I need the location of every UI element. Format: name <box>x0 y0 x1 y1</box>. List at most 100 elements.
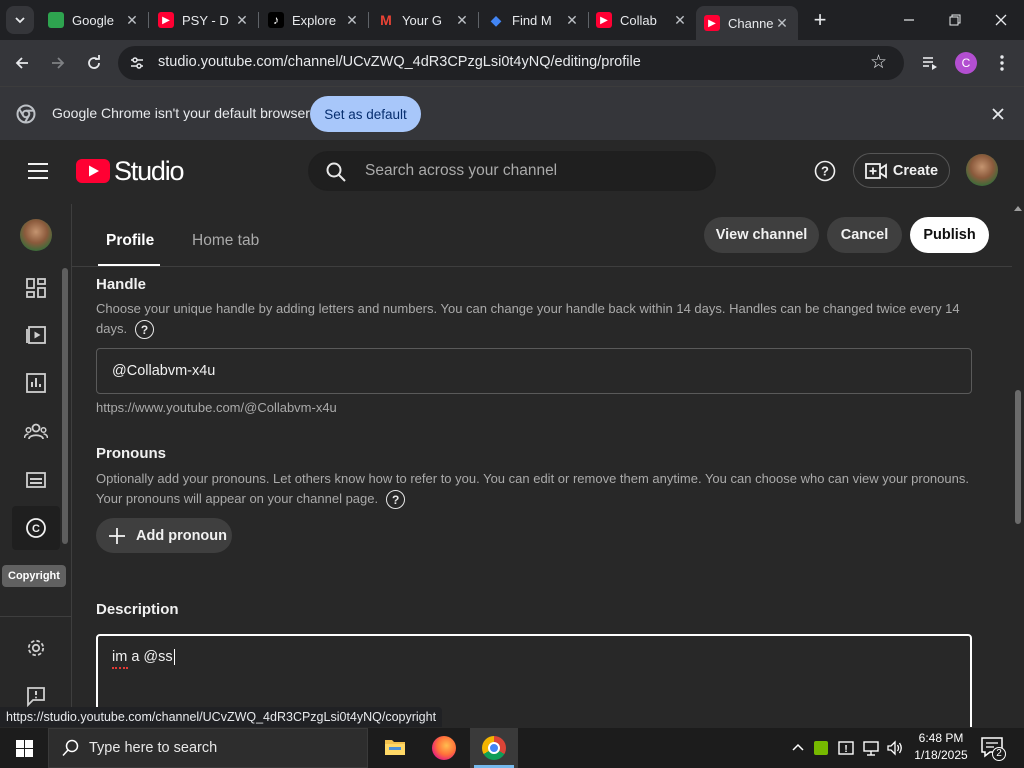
handle-description: Choose your unique handle by adding lett… <box>96 299 976 340</box>
nav-scrollbar[interactable] <box>62 268 68 544</box>
media-control-button[interactable] <box>914 47 946 79</box>
tab-title: Collab <box>620 12 657 28</box>
arrow-left-icon <box>15 57 28 69</box>
tab-title: PSY - D <box>182 12 229 28</box>
svg-text:?: ? <box>821 164 829 179</box>
tab-close-icon[interactable]: ✕ <box>124 12 140 29</box>
taskbar-search-box[interactable]: Type here to search <box>48 728 368 768</box>
browser-tab-strip: Google ✕ ▶ PSY - D ✕ ♪ Explore ✕ M Your … <box>0 0 1024 40</box>
nav-content-icon[interactable] <box>20 318 52 350</box>
browser-tab[interactable]: ◆ Find M ✕ <box>480 4 588 36</box>
browser-tab[interactable]: ▶ Collab ✕ <box>588 4 696 36</box>
browser-tab-active[interactable]: ▶ Channe ✕ <box>696 6 798 40</box>
browser-tab[interactable]: ♪ Explore ✕ <box>260 4 368 36</box>
tab-close-icon[interactable]: ✕ <box>454 12 470 29</box>
tab-close-icon[interactable]: ✕ <box>234 12 250 29</box>
tab-home[interactable]: Home tab <box>192 232 259 250</box>
cancel-button[interactable]: Cancel <box>827 217 902 253</box>
browser-tab[interactable]: M Your G ✕ <box>370 4 478 36</box>
tab-divider <box>72 266 1012 267</box>
create-button[interactable]: Create <box>853 153 950 188</box>
nav-community-icon[interactable] <box>20 416 52 448</box>
new-tab-button[interactable]: + <box>806 6 834 34</box>
bookmark-star-icon[interactable]: ☆ <box>870 53 890 73</box>
nvidia-tray-icon[interactable] <box>814 741 828 755</box>
nav-channel-avatar[interactable] <box>20 219 52 251</box>
tab-profile[interactable]: Profile <box>106 232 154 250</box>
pronouns-help-icon[interactable]: ? <box>386 490 406 510</box>
clock[interactable]: 6:48 PM 1/18/2025 <box>910 730 972 766</box>
pronouns-help-text: Optionally add your pronouns. Let others… <box>96 471 969 506</box>
tab-favicon-icon <box>48 12 64 28</box>
tab-close-icon[interactable]: ✕ <box>672 12 688 29</box>
nav-analytics-icon[interactable] <box>20 367 52 399</box>
restore-button[interactable] <box>932 0 978 40</box>
help-icon[interactable]: ? <box>814 160 836 182</box>
tab-close-icon[interactable]: ✕ <box>344 12 360 29</box>
close-icon <box>995 14 1007 26</box>
description-value: im a @ss <box>112 649 175 665</box>
clock-time: 6:48 PM <box>918 731 964 745</box>
file-explorer-icon[interactable] <box>384 738 406 756</box>
chevron-down-icon <box>15 17 25 24</box>
channel-search-bar[interactable]: Search across your channel <box>308 151 716 191</box>
set-as-default-button[interactable]: Set as default <box>310 96 421 132</box>
handle-help-icon[interactable]: ? <box>135 320 155 340</box>
chrome-icon <box>482 736 506 760</box>
view-channel-button[interactable]: View channel <box>704 217 819 253</box>
site-info-icon[interactable] <box>128 54 146 72</box>
nav-settings-icon[interactable] <box>20 632 52 664</box>
more-vertical-icon <box>1000 55 1004 71</box>
scroll-up-arrow-icon[interactable] <box>1014 206 1022 211</box>
youtube-studio-logo[interactable]: Studio <box>76 156 185 186</box>
volume-tray-icon[interactable] <box>886 739 904 757</box>
youtube-favicon-icon: ▶ <box>158 12 174 28</box>
handle-help-text: Choose your unique handle by adding lett… <box>96 301 960 336</box>
handle-title: Handle <box>96 276 147 293</box>
reload-button[interactable] <box>78 47 110 79</box>
copyright-icon: C <box>26 518 46 538</box>
handle-url: https://www.youtube.com/@Collabvm-x4u <box>96 400 337 415</box>
notification-center-button[interactable]: 2 <box>980 736 1008 762</box>
browser-tab[interactable]: ▶ PSY - D ✕ <box>150 4 258 36</box>
tab-close-icon[interactable]: ✕ <box>564 12 580 29</box>
forward-button[interactable] <box>42 47 74 79</box>
chrome-taskbar-button[interactable] <box>470 728 518 768</box>
address-bar[interactable]: studio.youtube.com/channel/UCvZWQ_4dR3CP… <box>118 46 904 80</box>
nav-dashboard-icon[interactable] <box>20 272 52 304</box>
main-scrollbar[interactable] <box>1012 204 1024 727</box>
channel-avatar[interactable] <box>966 154 998 186</box>
tab-search-button[interactable] <box>6 6 34 34</box>
infobar-close-icon[interactable] <box>988 104 1008 124</box>
handle-input[interactable]: @Collabvm-x4u <box>96 348 972 394</box>
close-window-button[interactable] <box>978 0 1024 40</box>
back-button[interactable] <box>6 47 38 79</box>
create-video-icon <box>865 162 887 179</box>
search-input[interactable]: Search across your channel <box>365 162 557 180</box>
restore-icon <box>949 14 961 26</box>
nav-subtitles-icon[interactable] <box>20 464 52 496</box>
security-tray-icon[interactable]: ! <box>838 739 856 757</box>
studio-header: Studio Search across your channel ? Crea… <box>0 140 1024 204</box>
scroll-thumb[interactable] <box>1015 390 1021 524</box>
profile-avatar[interactable]: C <box>955 52 977 74</box>
default-browser-infobar: Google Chrome isn't your default browser… <box>0 86 1024 140</box>
add-pronoun-button[interactable]: Add pronoun <box>96 518 232 553</box>
browser-tab[interactable]: Google ✕ <box>40 4 148 36</box>
start-button[interactable] <box>0 728 48 768</box>
minimize-button[interactable] <box>886 0 932 40</box>
url-text: studio.youtube.com/channel/UCvZWQ_4dR3CP… <box>158 54 641 70</box>
publish-button[interactable]: Publish <box>910 217 989 253</box>
plus-icon <box>109 527 125 544</box>
chrome-menu-button[interactable] <box>986 47 1018 79</box>
network-tray-icon[interactable] <box>862 739 880 757</box>
tab-close-icon[interactable]: ✕ <box>774 15 790 32</box>
spellcheck-underline <box>112 667 128 669</box>
create-label: Create <box>892 162 939 179</box>
show-hidden-icons-chevron-icon[interactable] <box>790 740 806 756</box>
firefox-icon[interactable] <box>432 736 456 760</box>
hamburger-menu-icon[interactable] <box>28 162 48 180</box>
youtube-favicon-icon: ▶ <box>704 15 720 31</box>
tab-title: Google <box>72 12 114 28</box>
nav-copyright-item[interactable]: C <box>12 506 60 550</box>
